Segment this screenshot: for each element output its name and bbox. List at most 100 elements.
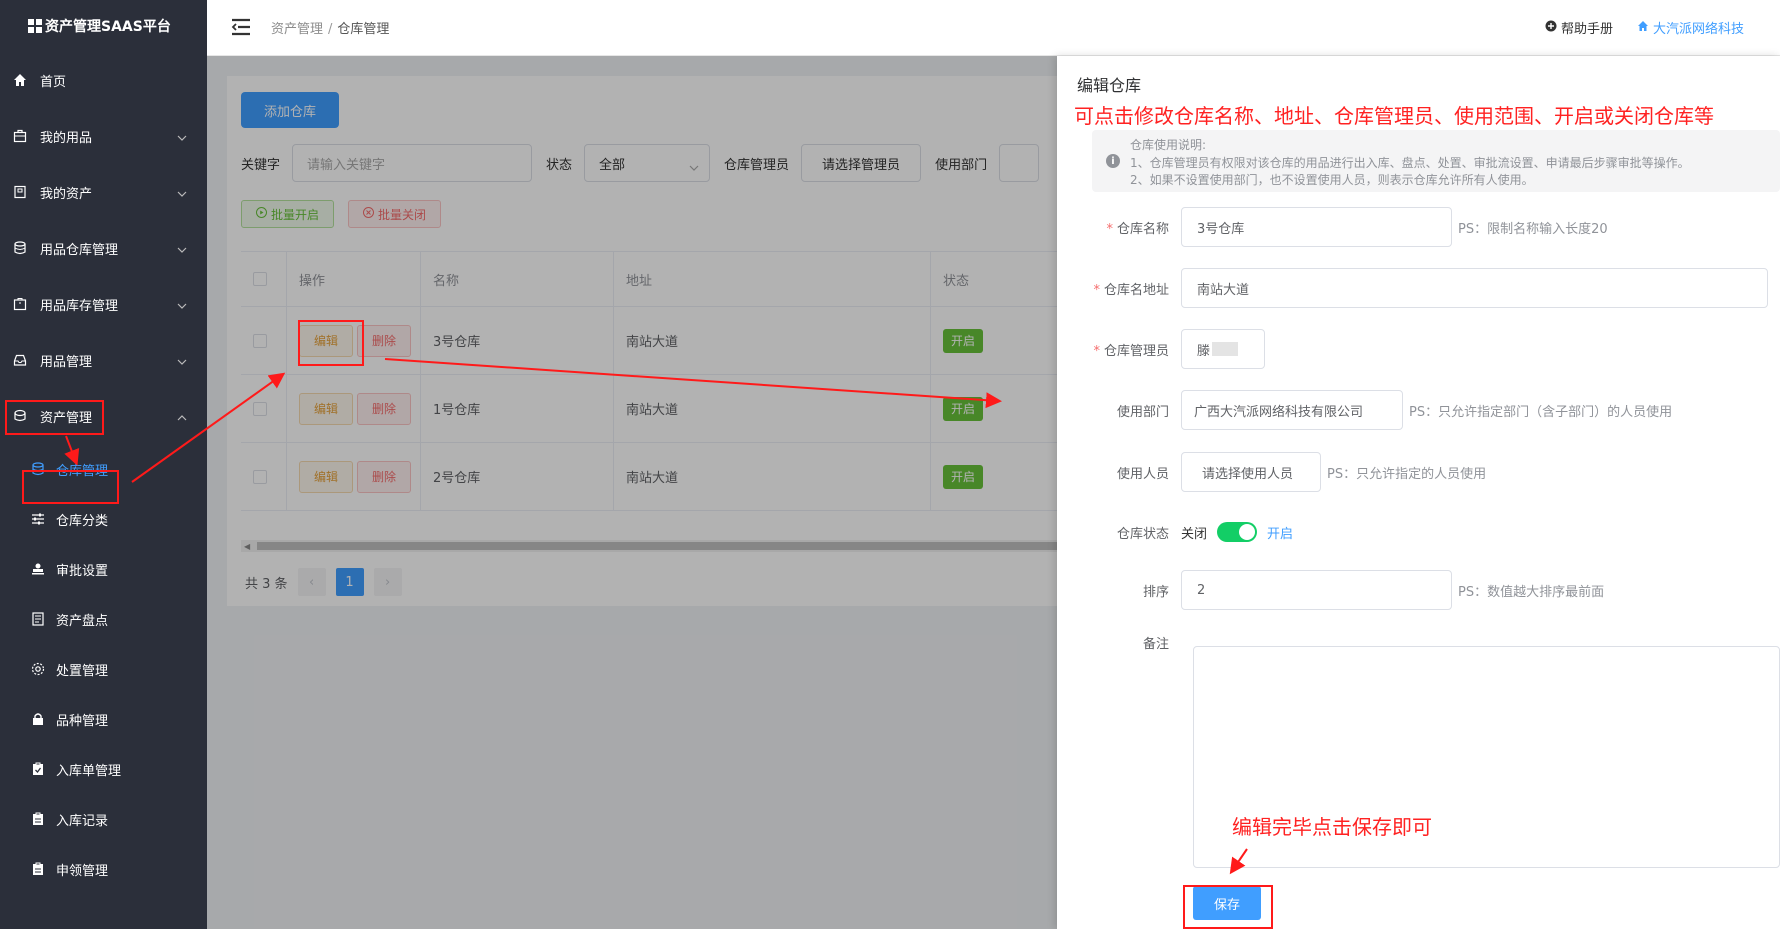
form-row-address: * 仓库名地址 南站大道 (1057, 268, 1768, 308)
app-logo[interactable]: 资产管理SAAS平台 (0, 0, 207, 52)
sort-input[interactable]: 2 (1181, 570, 1452, 610)
select-user-button[interactable]: 请选择使用人员 (1181, 452, 1321, 492)
modal-overlay[interactable] (207, 56, 1057, 929)
switch-off-label[interactable]: 关闭 (1181, 523, 1207, 542)
chevron-down-icon (177, 242, 187, 257)
chevron-down-icon (177, 186, 187, 201)
clipboard-icon (30, 811, 46, 827)
sidebar-subitem-label: 审批设置 (56, 563, 109, 579)
field-hint: PS：数值越大排序最前面 (1458, 584, 1605, 600)
field-label: 使用人员 (1116, 466, 1169, 482)
sidebar-item-supply-warehouse[interactable]: 用品仓库管理 (0, 220, 207, 276)
app-title: 资产管理SAAS平台 (45, 19, 171, 35)
sidebar-item-home[interactable]: 首页 (0, 52, 207, 108)
field-hint: PS：只允许指定的人员使用 (1327, 466, 1487, 482)
menu-toggle-icon[interactable] (231, 18, 251, 36)
field-hint: PS：限制名称输入长度20 (1458, 221, 1608, 237)
sidebar-subitem-asset-inventory[interactable]: 资产盘点 (0, 594, 207, 644)
sidebar-item-supply-management[interactable]: 用品管理 (0, 332, 207, 388)
form-row-sort: 排序 2 PS：数值越大排序最前面 (1057, 570, 1604, 610)
tray-icon (12, 352, 28, 368)
drawer-title: 编辑仓库 (1077, 76, 1142, 95)
field-label: 仓库名地址 (1103, 282, 1169, 298)
dept-select-button[interactable]: 广西大汽派网络科技有限公司 (1181, 390, 1403, 430)
status-toggle[interactable] (1217, 522, 1258, 542)
field-label: 仓库管理员 (1103, 343, 1169, 359)
gear-icon (30, 661, 46, 677)
sidebar-subitem-label: 申领管理 (56, 863, 109, 879)
highlight-box (1183, 885, 1273, 929)
sidebar-item-label: 我的用品 (40, 130, 93, 146)
form-row-user: 使用人员 请选择使用人员 PS：只允许指定的人员使用 (1057, 452, 1486, 492)
warehouse-name-input[interactable]: 3号仓库 (1181, 207, 1452, 247)
form-row-status: 仓库状态 关闭 开启 (1057, 522, 1293, 542)
database-icon (12, 240, 28, 256)
form-row-manager: * 仓库管理员 滕 (1057, 329, 1265, 369)
sidebar-subitem-label: 仓库分类 (56, 513, 109, 529)
sidebar-subitem-variety[interactable]: 品种管理 (0, 694, 207, 744)
help-link[interactable]: 帮助手册 (1545, 18, 1613, 37)
tip-title: 仓库使用说明: (1130, 138, 1207, 152)
box-icon (12, 296, 28, 312)
switch-on-label[interactable]: 开启 (1267, 523, 1293, 542)
company-name: 大汽派网络科技 (1652, 22, 1744, 37)
form-row-name: * 仓库名称 3号仓库 PS：限制名称输入长度20 (1057, 207, 1608, 247)
help-icon (1545, 20, 1557, 36)
sidebar-subitem-label: 资产盘点 (56, 613, 109, 629)
breadcrumb: 资产管理 / 仓库管理 (271, 22, 390, 37)
sidebar-item-label: 用品库存管理 (40, 298, 119, 314)
field-label: 仓库名称 (1116, 221, 1169, 237)
home-icon (12, 72, 28, 88)
sidebar-subitem-label: 品种管理 (56, 713, 109, 729)
sidebar-subitem-requisition[interactable]: 申领管理 (0, 844, 207, 894)
form-row-remark: 备注 (1057, 633, 1181, 652)
bag-icon (12, 128, 28, 144)
manager-select-button[interactable]: 滕 (1181, 329, 1265, 369)
sidebar-subitem-approval-settings[interactable]: 审批设置 (0, 544, 207, 594)
sidebar-subitem-inbound-records[interactable]: 入库记录 (0, 794, 207, 844)
redacted-block (1212, 342, 1239, 356)
sidebar-item-label: 我的资产 (40, 186, 93, 202)
sidebar-subitem-label: 入库单管理 (56, 763, 122, 779)
usage-tip: i 仓库使用说明: 1、仓库管理员有权限对该仓库的用品进行出入库、盘点、处置、审… (1092, 130, 1780, 192)
clipboard-icon (30, 761, 46, 777)
annotation-text: 可点击修改仓库名称、地址、仓库管理员、使用范围、开启或关闭仓库等 (1074, 104, 1714, 128)
document-icon (30, 611, 46, 627)
sliders-icon (30, 511, 46, 527)
chevron-down-icon (177, 298, 187, 313)
annotation-text: 编辑完毕点击保存即可 (1232, 815, 1432, 839)
chevron-down-icon (177, 354, 187, 369)
breadcrumb-current: 仓库管理 (337, 22, 390, 37)
highlight-box (5, 400, 104, 435)
manager-name: 滕 (1197, 343, 1211, 359)
top-bar: 资产管理 / 仓库管理 帮助手册 大汽派网络科技 (207, 0, 1780, 56)
sidebar-subitem-disposal[interactable]: 处置管理 (0, 644, 207, 694)
breadcrumb-item[interactable]: 资产管理 (271, 22, 323, 37)
sidebar-item-label: 用品仓库管理 (40, 242, 119, 258)
field-label: 使用部门 (1116, 404, 1169, 420)
field-label: 排序 (1142, 584, 1169, 600)
grid-icon (28, 19, 42, 33)
sidebar-item-my-assets[interactable]: 我的资产 (0, 164, 207, 220)
sidebar-subitem-label: 入库记录 (56, 813, 109, 829)
chevron-down-icon (177, 130, 187, 145)
help-label: 帮助手册 (1560, 22, 1613, 37)
sidebar-subitem-label: 处置管理 (56, 663, 109, 679)
sidebar-item-my-supplies[interactable]: 我的用品 (0, 108, 207, 164)
sidebar-subitem-inbound-orders[interactable]: 入库单管理 (0, 744, 207, 794)
sidebar-item-supply-stock[interactable]: 用品库存管理 (0, 276, 207, 332)
info-icon: i (1106, 154, 1120, 168)
toggle-knob (1239, 524, 1256, 540)
lock-icon (30, 711, 46, 727)
field-hint: PS：只允许指定部门（含子部门）的人员使用 (1409, 404, 1673, 420)
form-row-dept: 使用部门 广西大汽派网络科技有限公司 PS：只允许指定部门（含子部门）的人员使用 (1057, 390, 1672, 430)
chevron-up-icon (177, 410, 187, 425)
sidebar: 资产管理SAAS平台 首页 我的用品 我的资产 用品仓库管理 用品库存管理 用品… (0, 0, 207, 929)
building-icon (12, 184, 28, 200)
warehouse-address-input[interactable]: 南站大道 (1181, 268, 1768, 308)
field-label: 仓库状态 (1116, 526, 1169, 542)
highlight-box (298, 320, 364, 366)
company-link[interactable]: 大汽派网络科技 (1637, 18, 1744, 37)
sidebar-item-label: 首页 (40, 74, 67, 90)
home-icon (1637, 20, 1649, 36)
